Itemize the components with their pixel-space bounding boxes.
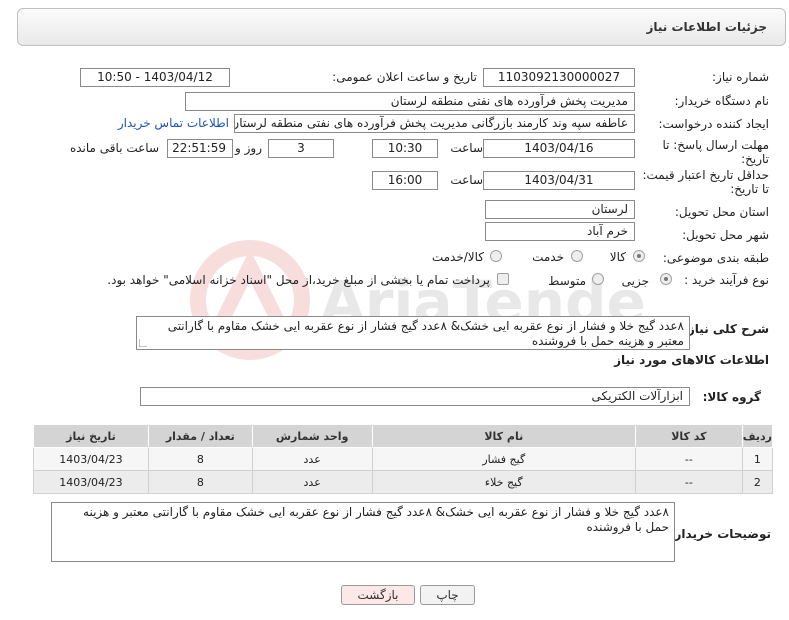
page-title: جزئیات اطلاعات نیاز — [646, 20, 767, 34]
page-header-panel: جزئیات اطلاعات نیاز — [17, 8, 786, 46]
purchase-type-label: نوع فرآیند خرید : — [684, 273, 769, 287]
cell-qty: 8 — [147, 470, 253, 494]
col-header-name: نام کالا — [371, 424, 636, 448]
treasury-payment-note: پرداخت تمام یا بخشی از مبلغ خرید،از محل … — [107, 273, 490, 287]
cell-date: 1403/04/23 — [33, 447, 149, 471]
reply-deadline-label: مهلت ارسال پاسخ: تا تاریخ: — [662, 138, 769, 166]
print-button[interactable]: چاپ — [420, 585, 475, 605]
buyer-notes-text: ۸عدد گیج خلا و فشار از نوع عقربه ایی خشک… — [83, 505, 669, 534]
back-button[interactable]: بازگشت — [341, 585, 415, 605]
category-service-label: خدمت — [532, 250, 564, 264]
remaining-label: ساعت باقی مانده — [69, 141, 159, 155]
province-label: استان محل تحویل: — [674, 205, 769, 219]
table-row: 2 -- گیج خلاء عدد 8 1403/04/23 — [33, 470, 774, 494]
cell-code: -- — [634, 470, 743, 494]
goods-group-field: ابزارآلات الکتریکی — [140, 387, 690, 406]
requester-label: ایجاد کننده درخواست: — [658, 117, 769, 131]
cell-date: 1403/04/23 — [33, 470, 149, 494]
reply-time-label: ساعت — [450, 141, 483, 155]
remaining-time-field: 22:51:59 — [167, 139, 233, 158]
col-header-unit: واحد شمارش — [251, 424, 373, 448]
reply-time-field: 10:30 — [372, 139, 438, 158]
cell-row-no: 2 — [741, 470, 774, 494]
cell-code: -- — [634, 447, 743, 471]
table-row: 1 -- گیج فشار عدد 8 1403/04/23 — [33, 447, 774, 471]
cell-unit: عدد — [251, 470, 373, 494]
summary-text: ۸عدد گیج خلا و فشار از نوع عقربه ایی خشک… — [167, 319, 684, 348]
goods-group-label: گروه کالا: — [702, 390, 761, 404]
purchase-minor-radio[interactable] — [660, 273, 672, 285]
buyer-org-label: نام دستگاه خریدار: — [674, 94, 770, 108]
col-header-code: کد کالا — [634, 424, 743, 448]
buyer-notes-label: توضیحات خریدار: — [669, 527, 771, 541]
announce-label: تاریخ و ساعت اعلان عمومی: — [332, 70, 477, 84]
col-header-date: تاریخ نیاز — [33, 424, 149, 448]
col-header-qty: تعداد / مقدار — [147, 424, 253, 448]
goods-table: ردیف کد کالا نام کالا واحد شمارش تعداد /… — [33, 424, 774, 494]
purchase-minor-label: جزیی — [621, 274, 649, 288]
resize-handle-icon[interactable] — [139, 339, 147, 347]
requester-field: عاطفه سپه وند کارمند بازرگانی مدیریت پخش… — [234, 114, 635, 133]
validity-time-field: 16:00 — [372, 171, 438, 190]
buyer-notes-textarea: ۸عدد گیج خلا و فشار از نوع عقربه ایی خشک… — [51, 502, 675, 562]
summary-label: شرح کلی نیاز: — [683, 322, 769, 336]
category-label: طبقه بندی موضوعی: — [662, 251, 769, 265]
category-both-label: کالا/خدمت — [431, 250, 484, 264]
buyer-org-field: مدیریت پخش فرآورده های نفتی منطقه لرستان — [185, 92, 635, 111]
validity-date-field: 1403/04/31 — [483, 171, 635, 190]
reply-date-field: 1403/04/16 — [483, 139, 635, 158]
purchase-medium-radio[interactable] — [592, 273, 604, 285]
city-field: خرم آباد — [485, 222, 635, 241]
announce-field: 1403/04/12 - 10:50 — [80, 68, 230, 87]
buyer-contact-link[interactable]: اطلاعات تماس خریدار — [118, 116, 229, 130]
treasury-payment-checkbox[interactable] — [497, 273, 509, 285]
cell-qty: 8 — [147, 447, 253, 471]
need-number-label: شماره نیاز: — [712, 70, 769, 84]
category-goods-label: کالا — [609, 250, 626, 264]
category-service-radio[interactable] — [571, 250, 583, 262]
cell-name: گیج خلاء — [371, 470, 636, 494]
province-field: لرستان — [485, 200, 635, 219]
cell-unit: عدد — [251, 447, 373, 471]
need-number-field: 1103092130000027 — [483, 68, 635, 87]
goods-info-title: اطلاعات کالاهای مورد نیاز — [614, 353, 769, 367]
price-validity-label: حداقل تاریخ اعتبار قیمت: تا تاریخ: — [642, 168, 769, 196]
category-both-radio[interactable] — [490, 250, 502, 262]
days-label: روز و — [235, 141, 262, 155]
city-label: شهر محل تحویل: — [682, 228, 769, 242]
col-header-row-no: ردیف — [741, 424, 774, 448]
validity-time-label: ساعت — [450, 173, 483, 187]
days-field: 3 — [268, 139, 334, 158]
purchase-medium-label: متوسط — [548, 274, 586, 288]
cell-name: گیج فشار — [371, 447, 636, 471]
category-goods-radio[interactable] — [633, 250, 645, 262]
summary-textarea: ۸عدد گیج خلا و فشار از نوع عقربه ایی خشک… — [136, 316, 690, 350]
cell-row-no: 1 — [741, 447, 774, 471]
